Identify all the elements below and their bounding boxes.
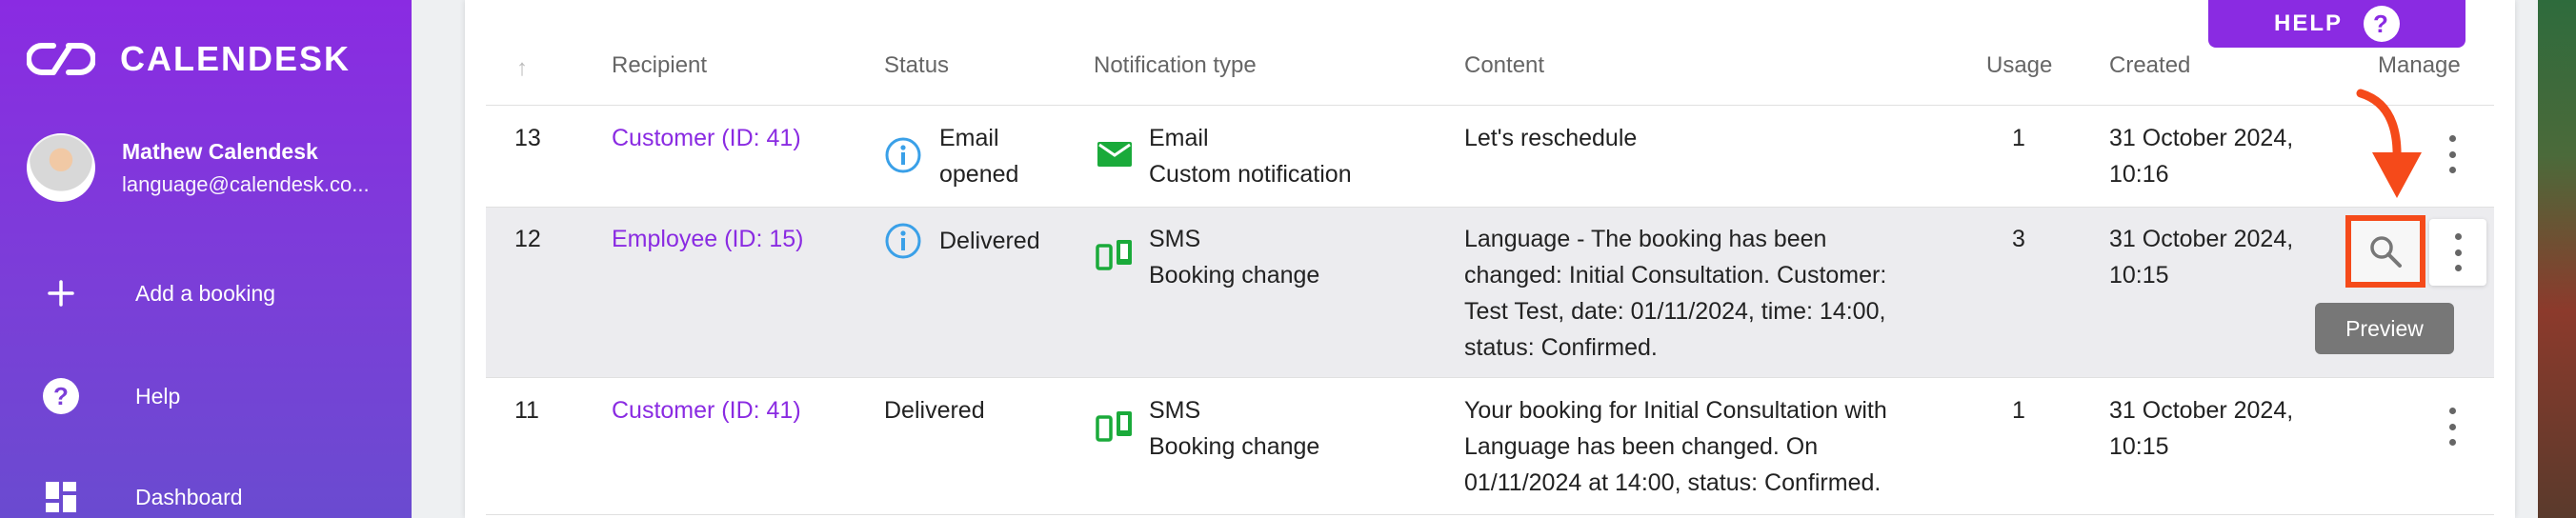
more-menu-icon[interactable] — [2446, 408, 2458, 446]
notification-type-text: Booking change — [1149, 262, 1320, 289]
content-text: Test Test, date: 01/11/2024, time: 14:00… — [1464, 298, 1886, 325]
notification-type-text: SMS — [1149, 397, 1201, 424]
created-time: 10:15 — [2109, 262, 2169, 289]
notification-type-text: Email — [1149, 125, 1209, 151]
content-text: Language - The booking has been — [1464, 226, 1827, 252]
sidebar-item-label: Add a booking — [135, 280, 276, 306]
sidebar-item-help[interactable]: ? Help — [36, 371, 180, 421]
annotation-arrow-icon — [2356, 89, 2422, 198]
help-button[interactable]: HELP ? — [2208, 0, 2465, 48]
row-id: 13 — [514, 125, 541, 151]
brand-name: CALENDESK — [120, 39, 352, 78]
info-icon — [885, 137, 921, 173]
notification-type-text: Custom notification — [1149, 161, 1352, 188]
content-text: status: Confirmed. — [1464, 334, 1658, 361]
sidebar-item-label: Help — [135, 383, 181, 408]
status-text: Delivered — [884, 397, 985, 424]
column-header-recipient[interactable]: Recipient — [612, 52, 707, 79]
sms-icon — [1096, 240, 1132, 270]
user-email: language@calendesk.co... — [122, 171, 370, 196]
background-edge — [2538, 0, 2576, 518]
plus-icon — [36, 269, 86, 318]
column-header-usage[interactable]: Usage — [1986, 52, 2052, 79]
brand-logo[interactable]: CALENDESK — [27, 38, 351, 80]
status-text: Delivered — [939, 228, 1040, 254]
divider — [486, 105, 2494, 106]
sms-icon — [1096, 411, 1132, 442]
content-text: Language has been changed. On — [1464, 433, 1819, 460]
row-id: 11 — [514, 397, 539, 424]
status-text: opened — [939, 161, 1019, 188]
row-id: 12 — [514, 226, 541, 252]
column-header-created[interactable]: Created — [2109, 52, 2190, 79]
created-date: 31 October 2024, — [2109, 397, 2294, 424]
notification-type-text: SMS — [1149, 226, 1201, 252]
preview-button[interactable] — [2345, 215, 2425, 288]
usage-count: 1 — [2012, 125, 2025, 151]
column-header-content[interactable]: Content — [1464, 52, 1544, 79]
recipient-link[interactable]: Customer (ID: 41) — [612, 120, 801, 156]
avatar — [27, 133, 95, 202]
column-header-manage: Manage — [2378, 52, 2461, 78]
content-text: 01/11/2024 at 14:00, status: Confirmed. — [1464, 469, 1882, 496]
sidebar-item-add-booking[interactable]: Add a booking — [36, 269, 275, 318]
user-name: Mathew Calendesk — [122, 138, 318, 164]
help-button-label: HELP — [2273, 10, 2343, 36]
preview-tooltip: Preview — [2315, 303, 2454, 354]
user-profile[interactable]: Mathew Calendesk language@calendesk.co..… — [27, 133, 398, 202]
content-text: Your booking for Initial Consultation wi… — [1464, 397, 1887, 424]
more-menu-icon[interactable] — [2446, 135, 2458, 173]
recipient-link[interactable]: Customer (ID: 41) — [612, 392, 801, 428]
divider — [486, 514, 2494, 515]
info-icon — [885, 223, 921, 259]
usage-count: 3 — [2012, 226, 2025, 252]
divider — [486, 207, 2494, 208]
question-icon: ? — [2364, 6, 2400, 42]
column-header-notification-type[interactable]: Notification type — [1094, 52, 1257, 79]
created-date: 31 October 2024, — [2109, 226, 2294, 252]
content-text: Let's reschedule — [1464, 125, 1638, 151]
created-date: 31 October 2024, — [2109, 125, 2294, 151]
created-time: 10:15 — [2109, 433, 2169, 460]
email-icon — [1097, 142, 1132, 167]
sidebar: CALENDESK Mathew Calendesk language@cale… — [0, 0, 412, 518]
created-time: 10:16 — [2109, 161, 2169, 188]
search-icon — [2370, 236, 2402, 268]
usage-count: 1 — [2012, 397, 2025, 424]
sidebar-item-dashboard[interactable]: Dashboard — [36, 472, 243, 518]
dashboard-icon — [36, 472, 86, 518]
more-menu-icon — [2452, 233, 2464, 271]
notification-type-text: Booking change — [1149, 433, 1320, 460]
svg-text:?: ? — [53, 382, 69, 410]
calendesk-logo-icon — [27, 43, 95, 75]
sort-arrow-up-icon[interactable]: ↑ — [516, 55, 528, 82]
sidebar-item-label: Dashboard — [135, 484, 243, 509]
help-circle-icon: ? — [36, 371, 86, 421]
status-text: Email — [939, 125, 999, 151]
content-text: changed: Initial Consultation. Customer: — [1464, 262, 1887, 289]
column-header-status[interactable]: Status — [884, 52, 949, 79]
recipient-link[interactable]: Employee (ID: 15) — [612, 221, 803, 257]
more-menu-button[interactable] — [2429, 219, 2486, 286]
divider — [486, 377, 2494, 378]
